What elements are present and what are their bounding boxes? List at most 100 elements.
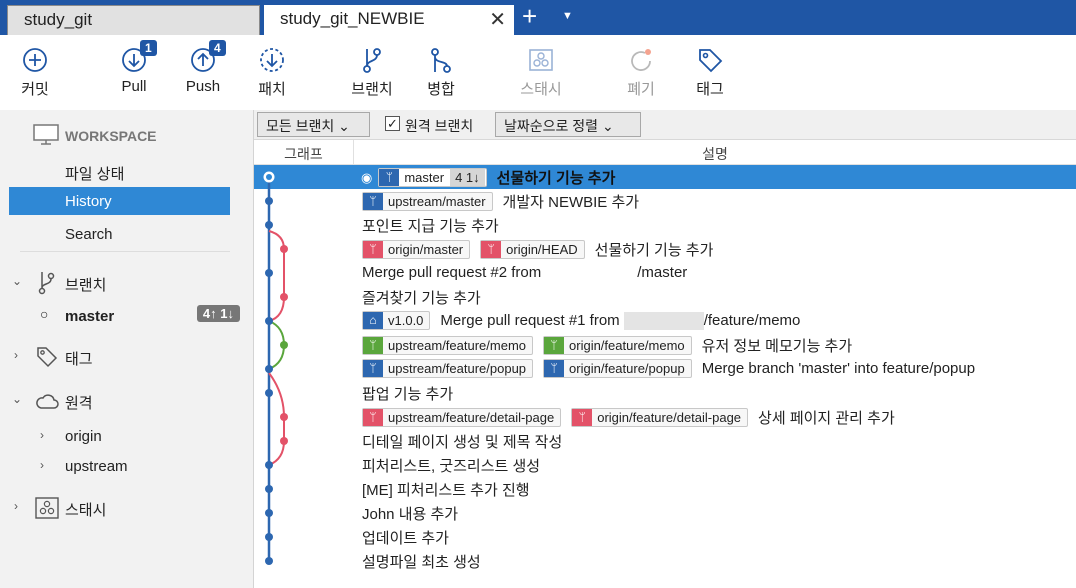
commit-content: ᛘ origin/master ᛘ origin/HEAD 선물하기 기능 추가 [362,239,713,260]
commit-row[interactable]: ᛘ upstream/feature/memo ᛘ origin/feature/me… [254,333,1076,357]
tab-label: study_git_NEWBIE [280,9,425,28]
commit-row[interactable]: 팝업 기능 추가 [254,381,1076,405]
sidebar-section-stash[interactable]: › 스태시 [0,495,254,521]
commit-message: 상세 페이지 관리 추가 [758,410,895,427]
sidebar-section-branches[interactable]: ⌄ 브랜치 [0,270,254,296]
remotes-label: 원격 [65,395,93,412]
commit-row[interactable]: ᛘ origin/master ᛘ origin/HEAD 선물하기 기능 추가 [254,237,1076,261]
chevron-down-icon: ⌄ [12,392,23,406]
redacted-username [623,311,704,330]
commit-row[interactable]: [ME] 피처리스트 추가 진행 [254,477,1076,501]
ref-label[interactable]: ᛘ origin/feature/detail-page [571,408,749,427]
chevron-right-icon: › [40,428,44,442]
commit-row[interactable]: Merge pull request #2 from/master [254,261,1076,285]
tag-icon: ⌂ [363,312,383,329]
sort-dropdown[interactable]: 날짜순으로 정렬 ⌄ [495,112,641,137]
commit-dot [280,245,288,253]
commit-dot [265,269,273,277]
discard-button[interactable]: 폐기 [606,45,676,99]
tag-button[interactable]: 태그 [675,45,745,99]
pull-button[interactable]: 1 Pull [99,40,169,95]
sidebar-item-upstream[interactable]: › upstream [0,456,254,480]
commit-dot [265,557,273,565]
ref-label[interactable]: ⌂ v1.0.0 [362,311,431,330]
branch-filter-dropdown[interactable]: 모든 브랜치 ⌄ [257,112,370,137]
branch-button[interactable]: 브랜치 [337,45,407,99]
sidebar-item-origin[interactable]: › origin [0,426,254,450]
sidebar-item-history[interactable]: History [9,187,230,215]
tab-study-git[interactable]: study_git [7,5,260,35]
stash-button[interactable]: 스태시 [506,45,576,99]
branch-icon: ᛘ [572,409,593,426]
push-label: Push [185,78,221,95]
ref-label[interactable]: ᛘ origin/master [362,240,471,259]
push-button[interactable]: 4 Push [168,40,238,95]
ref-name: origin/feature/memo [569,338,685,353]
close-icon[interactable]: ✕ [489,7,506,32]
commit-row[interactable]: John 내용 추가 [254,501,1076,525]
remote-branches-checkbox[interactable]: ✓ [385,116,400,131]
commit-row[interactable]: 설명파일 최초 생성 [254,549,1076,573]
commit-message: 업데이트 추가 [362,530,449,547]
commit-row[interactable]: ⌂ v1.0.0 Merge pull request #1 from/featur… [254,309,1076,333]
graph-column-header[interactable]: 그래프 [254,140,354,165]
patch-icon [260,48,284,72]
tab-study-git-newbie[interactable]: study_git_NEWBIE ✕ [264,5,514,35]
ref-name: upstream/feature/popup [388,361,527,376]
patch-label: 패치 [258,81,286,98]
commit-message: Merge branch 'master' into feature/popup [701,360,976,377]
ref-label[interactable]: ᛘ upstream/feature/memo [362,336,534,355]
tab-bar: study_git study_git_NEWBIE ✕ + ▼ [0,0,1076,35]
sidebar-section-remotes[interactable]: ⌄ 원격 [0,388,254,414]
ref-label[interactable]: ᛘ upstream/master [362,192,493,211]
commit-content: 포인트 지급 기능 추가 [362,215,499,236]
branch-icon: ᛘ [363,241,383,258]
ref-label[interactable]: ᛘ origin/HEAD [480,240,585,259]
branch-icon: ᛘ [544,337,565,354]
commit-row[interactable]: ◉ ᛘ master 4 1↓ 선물하기 기능 추가 [254,165,1076,189]
merge-icon [431,48,451,73]
description-column-header[interactable]: 설명 [354,140,1076,164]
ref-label[interactable]: ᛘ origin/feature/popup [543,359,692,378]
commit-dot [265,365,273,373]
commit-row[interactable]: 업데이트 추가 [254,525,1076,549]
commit-button[interactable]: 커밋 [0,45,70,99]
sidebar: WORKSPACE 파일 상태 History Search ⌄ 브랜치 ○ m… [0,110,254,588]
commit-dot [265,509,273,517]
sidebar-section-tags[interactable]: › 태그 [0,344,254,370]
sidebar-item-master[interactable]: ○ master 4↑ 1↓ [0,305,254,330]
sidebar-item-label: History [65,193,112,210]
commit-row[interactable]: ᛘ upstream/feature/popup ᛘ origin/feature/p… [254,357,1076,381]
commit-row[interactable]: 즐겨찾기 기능 추가 [254,285,1076,309]
patch-button[interactable]: 패치 [237,45,307,99]
commit-content: John 내용 추가 [362,503,458,524]
stash-label: 스태시 [65,502,107,519]
tab-label: study_git [24,10,93,29]
commit-row[interactable]: 디테일 페이지 생성 및 제목 작성 [254,429,1076,453]
ref-label[interactable]: ᛘ origin/feature/memo [543,336,692,355]
commit-row[interactable]: 포인트 지급 기능 추가 [254,213,1076,237]
sidebar-item-search[interactable]: Search [0,224,254,248]
commit-dot-inner [266,174,272,180]
commit-message: 설명파일 최초 생성 [362,554,481,571]
sidebar-item-file-status[interactable]: 파일 상태 [0,161,254,185]
ref-label[interactable]: ᛘ master 4 1↓ [378,168,487,187]
commit-content: ᛘ upstream/feature/memo ᛘ origin/feature/me… [362,335,852,356]
workspace-label: WORKSPACE [65,128,157,144]
branches-label: 브랜치 [65,277,107,294]
tag-label: 태그 [696,81,724,98]
stash-icon [529,49,553,71]
commit-row[interactable]: 피처리스트, 굿즈리스트 생성 [254,453,1076,477]
tab-menu-chevron-icon[interactable]: ▼ [562,10,573,22]
commit-row[interactable]: ᛘ upstream/feature/detail-page ᛘ origin/fea… [254,405,1076,429]
add-tab-button[interactable]: + [522,3,537,29]
commit-row[interactable]: ᛘ upstream/master 개발자 NEWBIE 추가 [254,189,1076,213]
commit-message: 즐겨찾기 기능 추가 [362,290,481,307]
ref-label[interactable]: ᛘ upstream/feature/popup [362,359,534,378]
merge-button[interactable]: 병합 [406,45,476,99]
branch-icon: ᛘ [481,241,502,258]
commit-message-tail: /master [637,263,688,281]
branch-icon [38,272,55,295]
ref-label[interactable]: ᛘ upstream/feature/detail-page [362,408,562,427]
branch-icon: ᛘ [363,360,383,377]
